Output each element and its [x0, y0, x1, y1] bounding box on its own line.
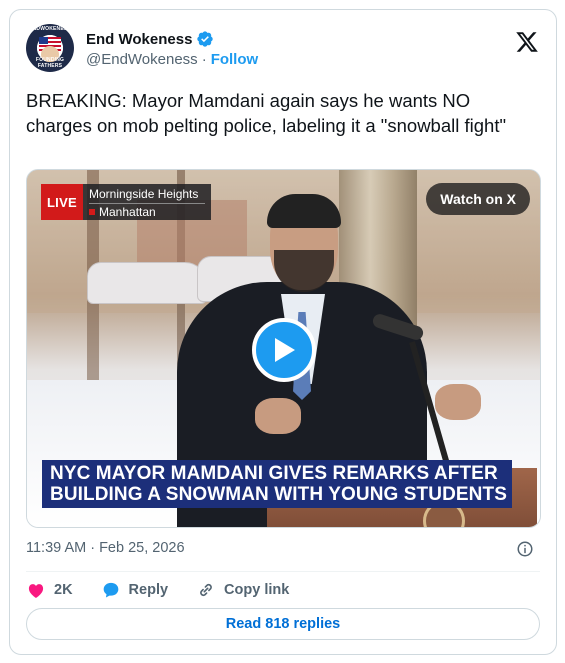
- action-bar: 2K Reply Copy link: [26, 579, 317, 601]
- timestamp-row: 11:39 AM · Feb 25, 2026: [26, 540, 540, 560]
- name-row: End Wokeness: [86, 30, 214, 48]
- speaker-hair: [267, 194, 341, 228]
- live-location-banner: LIVE Morningside Heights Manhattan: [41, 184, 211, 220]
- tweet-timestamp[interactable]: 11:39 AM · Feb 25, 2026: [26, 540, 185, 556]
- news-chyron: NYC MAYOR MAMDANI GIVES REMARKS AFTER BU…: [42, 460, 512, 508]
- handle-separator: ·: [201, 51, 207, 68]
- speaker-hand: [255, 398, 301, 434]
- author-display-name[interactable]: End Wokeness: [86, 31, 192, 48]
- author-handle[interactable]: @EndWokeness: [86, 51, 198, 68]
- tweet-card: ENDWOKENESS FOUNDING FATHERS End Wokenes…: [9, 9, 557, 655]
- video-player[interactable]: LIVE Morningside Heights Manhattan Watch…: [26, 169, 541, 528]
- play-button[interactable]: [252, 318, 316, 382]
- divider: [26, 571, 540, 572]
- reply-button[interactable]: Reply: [101, 580, 169, 600]
- x-logo-icon[interactable]: [514, 30, 540, 54]
- location-box: Morningside Heights Manhattan: [83, 184, 211, 220]
- reply-bubble-icon: [103, 582, 118, 598]
- location-line2: Manhattan: [99, 205, 156, 219]
- copy-link-label: Copy link: [224, 582, 290, 598]
- live-badge: LIVE: [41, 184, 83, 220]
- copy-link-button[interactable]: Copy link: [196, 580, 289, 600]
- info-icon[interactable]: [516, 540, 534, 558]
- tweet-text: BREAKING: Mayor Mamdani again says he wa…: [26, 90, 507, 136]
- play-icon: [275, 338, 295, 362]
- chyron-line2: BUILDING A SNOWMAN WITH YOUNG STUDENTS: [50, 484, 507, 505]
- avatar-text-top: ENDWOKENESS: [29, 26, 71, 32]
- follow-button[interactable]: Follow: [211, 51, 259, 68]
- chyron-line1: NYC MAYOR MAMDANI GIVES REMARKS AFTER: [50, 463, 498, 484]
- handle-row: @EndWokeness · Follow: [86, 51, 258, 68]
- like-button[interactable]: 2K: [26, 580, 73, 600]
- location-line2-row: Manhattan: [89, 203, 205, 220]
- watch-on-x-button[interactable]: Watch on X: [426, 183, 530, 215]
- read-replies-button[interactable]: Read 818 replies: [26, 608, 540, 640]
- speaker-hand: [435, 384, 481, 420]
- like-count: 2K: [54, 582, 73, 598]
- avatar-text-bottom: FOUNDING FATHERS: [35, 57, 65, 69]
- location-dot-icon: [89, 209, 95, 215]
- link-icon: [200, 583, 212, 597]
- avatar[interactable]: ENDWOKENESS FOUNDING FATHERS: [26, 24, 74, 72]
- video-car: [87, 262, 207, 304]
- reply-label: Reply: [128, 582, 169, 598]
- location-line1: Morningside Heights: [89, 187, 199, 201]
- verified-badge-icon: [197, 31, 214, 47]
- heart-icon: [28, 584, 44, 598]
- tweet-header: ENDWOKENESS FOUNDING FATHERS End Wokenes…: [26, 24, 540, 74]
